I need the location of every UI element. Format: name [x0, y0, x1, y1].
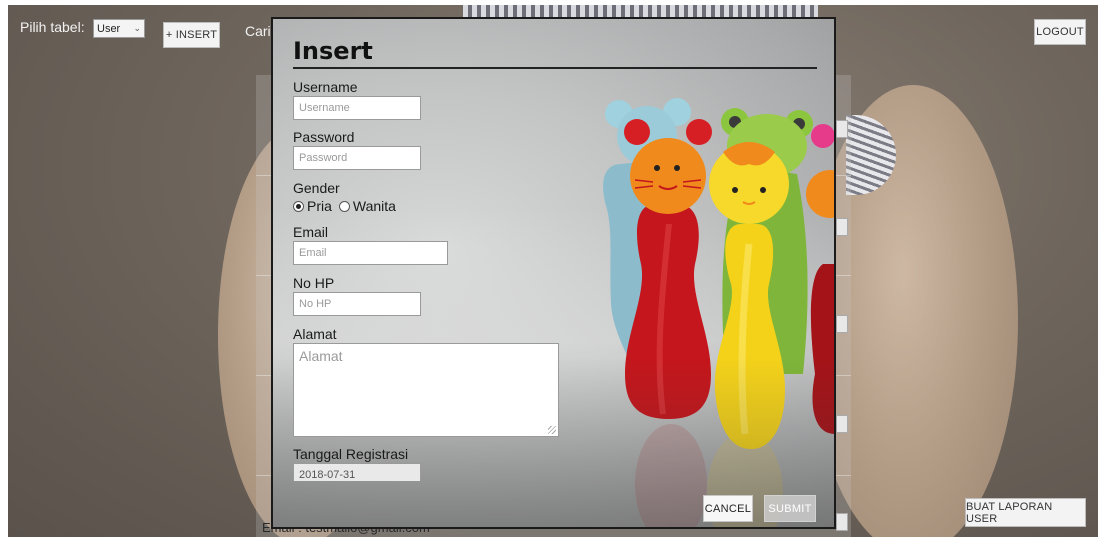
reg-date-label: Tanggal Registrasi: [293, 446, 409, 462]
reg-date-input[interactable]: 2018-07-31: [293, 463, 421, 481]
username-input[interactable]: [293, 96, 421, 120]
password-label: Password: [293, 129, 355, 145]
title-divider: [293, 67, 817, 69]
logout-button[interactable]: LOGOUT: [1034, 19, 1086, 45]
address-label: Alamat: [293, 326, 337, 342]
address-textarea[interactable]: [293, 343, 559, 437]
phone-input[interactable]: [293, 292, 421, 316]
table-select[interactable]: User ⌄: [93, 19, 145, 38]
reg-date-value: 2018-07-31: [299, 469, 356, 481]
resize-handle-icon[interactable]: [548, 426, 556, 434]
submit-button[interactable]: SUBMIT: [764, 495, 816, 522]
table-select-label: Pilih tabel:: [20, 19, 85, 35]
gender-radio-pria[interactable]: [293, 200, 304, 212]
email-label: Email: [293, 224, 329, 240]
row-menu-icon[interactable]: [836, 120, 848, 138]
row-menu-icon[interactable]: [836, 415, 848, 433]
gender-label: Gender: [293, 180, 340, 196]
gender-option-wanita-label: Wanita: [352, 198, 396, 214]
row-menu-icon[interactable]: [836, 513, 848, 531]
password-input[interactable]: [293, 146, 421, 170]
row-menu-icon[interactable]: [836, 218, 848, 236]
gender-option-pria-label: Pria: [307, 198, 332, 214]
phone-label: No HP: [293, 275, 335, 291]
insert-modal: Insert Username Password Gender Pria Wan…: [271, 17, 836, 529]
cancel-button[interactable]: CANCEL: [703, 495, 753, 522]
gender-radio-group: Pria Wanita: [293, 198, 396, 214]
row-menu-icon[interactable]: [836, 315, 848, 333]
email-input[interactable]: [293, 241, 448, 265]
create-report-button[interactable]: BUAT LAPORAN USER: [965, 498, 1086, 527]
table-select-value: User: [97, 22, 121, 35]
insert-button[interactable]: + INSERT: [163, 22, 220, 48]
chevron-down-icon: ⌄: [133, 23, 141, 33]
search-label: Cari: [245, 23, 271, 39]
gender-radio-wanita[interactable]: [338, 200, 350, 212]
username-label: Username: [293, 79, 358, 95]
modal-title: Insert: [293, 37, 373, 65]
